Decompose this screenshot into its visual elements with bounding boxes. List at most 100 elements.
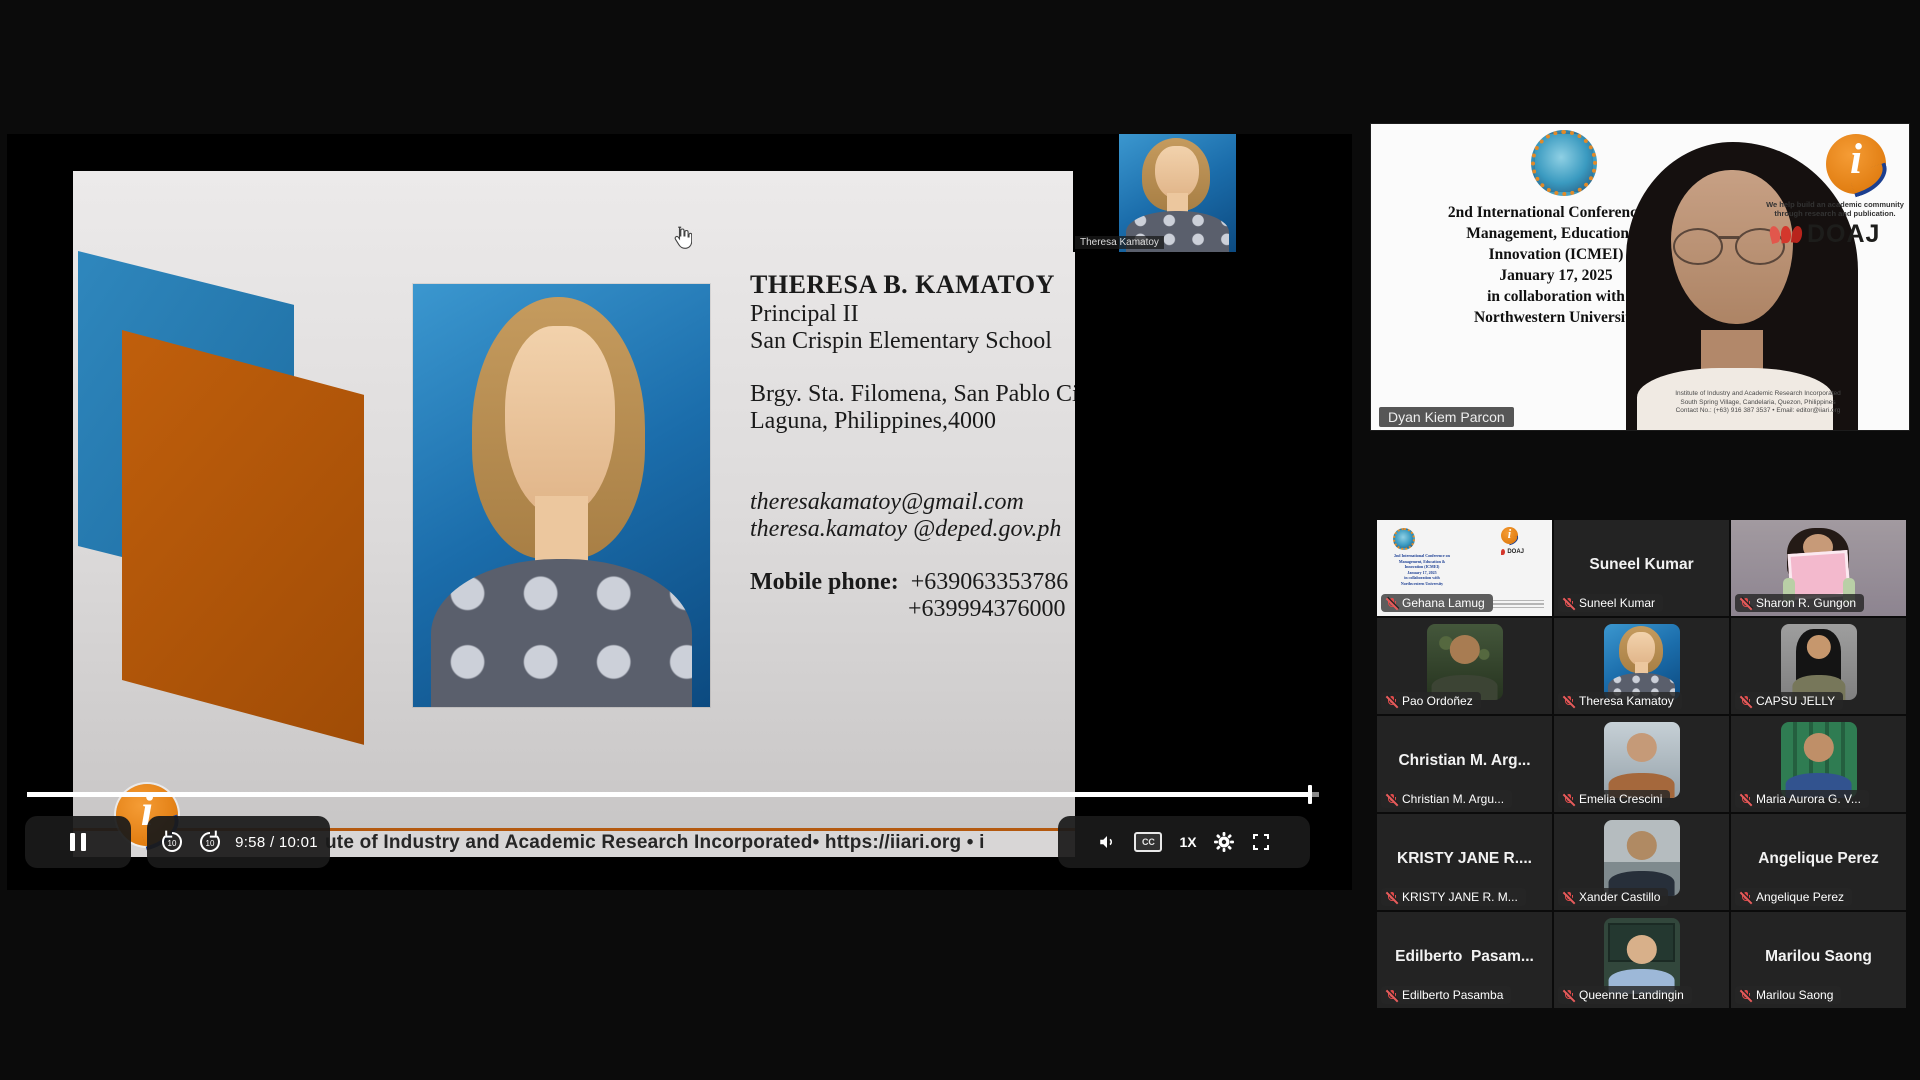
muted-mic-icon [1562, 597, 1575, 610]
participant-tile-kristy-jane[interactable]: KRISTY JANE R.... KRISTY JANE R. M... [1377, 814, 1552, 910]
participant-name-tag: Sharon R. Gungon [1735, 594, 1864, 612]
participant-name-tag: Gehana Lamug [1381, 594, 1493, 612]
forward-10-icon[interactable]: 10 [197, 829, 223, 855]
mini-poster-footer [1486, 598, 1544, 609]
participant-tile-marilou-saong[interactable]: Marilou Saong Marilou Saong [1731, 912, 1906, 1008]
mini-poster-text: 2nd International Conference onManagemen… [1379, 553, 1465, 586]
participant-name-tag: Angelique Perez [1735, 888, 1852, 906]
participant-name-tag: Emelia Crescini [1558, 790, 1670, 808]
speaker-name-tag: Dyan Kiem Parcon [1379, 407, 1514, 427]
slide-text-block: THERESA B. KAMATOY Principal II San Cris… [750, 271, 1075, 623]
participant-name-tag: CAPSU JELLY [1735, 692, 1843, 710]
participant-name-tag: KRISTY JANE R. M... [1381, 888, 1526, 906]
pip-speaker-thumbnail: Theresa Kamatoy [1073, 134, 1282, 252]
participant-tile-angelique-perez[interactable]: Angelique Perez Angelique Perez [1731, 814, 1906, 910]
participant-tile-theresa-kamatoy[interactable]: Theresa Kamatoy [1554, 618, 1729, 714]
participant-avatar [1427, 624, 1503, 700]
icmei-logo [1531, 130, 1597, 196]
muted-mic-icon [1739, 695, 1752, 708]
muted-mic-icon [1739, 597, 1752, 610]
participant-name-tag: Christian M. Argu... [1381, 790, 1512, 808]
rewind-10-icon[interactable]: 10 [159, 829, 185, 855]
participant-name-tag: Pao Ordoñez [1381, 692, 1481, 710]
time-controls: 10 10 9:58 / 10:01 [147, 816, 330, 868]
fullscreen-icon[interactable] [1251, 832, 1271, 852]
participant-tile-gehana-lamug[interactable]: 2nd International Conference onManagemen… [1377, 520, 1552, 616]
iiari-tagline: We help build an academic community thro… [1761, 200, 1909, 218]
participant-tile-xander-castillo[interactable]: Xander Castillo [1554, 814, 1729, 910]
muted-mic-icon [1562, 695, 1575, 708]
captions-button[interactable]: CC [1134, 832, 1162, 852]
volume-icon[interactable] [1097, 833, 1117, 851]
slide-mobile-line-2: +639994376000 [908, 596, 1075, 623]
participant-tile-christian-argu[interactable]: Christian M. Arg... Christian M. Argu... [1377, 716, 1552, 812]
iiari-logo [1501, 527, 1518, 544]
muted-mic-icon [1739, 891, 1752, 904]
participant-name-tag: Maria Aurora G. V... [1735, 790, 1869, 808]
muted-mic-icon [1562, 793, 1575, 806]
participant-name-tag: Edilberto Pasamba [1381, 986, 1511, 1004]
playback-speed-button[interactable]: 1X [1179, 834, 1196, 850]
progress-playhead[interactable] [1308, 785, 1312, 804]
institute-footer-text: Institute of Industry and Academic Resea… [1611, 390, 1905, 416]
participant-tile-pao-ordonez[interactable]: Pao Ordoñez [1377, 618, 1552, 714]
pause-button[interactable] [25, 816, 131, 868]
slide-email-2: theresa.kamatoy @deped.gov.ph [750, 516, 1075, 543]
settings-gear-icon[interactable] [1214, 832, 1234, 852]
slide-email-1: theresakamatoy@gmail.com [750, 489, 1075, 516]
participant-grid: 2nd International Conference onManagemen… [1377, 520, 1904, 1008]
participant-avatar [1604, 820, 1680, 896]
slide-orange-shape [122, 330, 364, 745]
doaj-logo: DOAJ [1770, 220, 1880, 249]
slide-presenter-role: Principal II [750, 301, 1075, 328]
muted-mic-icon [1562, 989, 1575, 1002]
participant-tile-suneel-kumar[interactable]: Suneel Kumar Suneel Kumar [1554, 520, 1729, 616]
progress-played [27, 792, 1310, 797]
svg-text:10: 10 [206, 839, 215, 848]
muted-mic-icon [1385, 891, 1398, 904]
muted-mic-icon [1385, 989, 1398, 1002]
muted-mic-icon [1739, 989, 1752, 1002]
meeting-window: THERESA B. KAMATOY Principal II San Cris… [0, 0, 1920, 1080]
slide-presenter-name: THERESA B. KAMATOY [750, 271, 1075, 298]
pause-icon [70, 833, 86, 851]
book [1787, 550, 1850, 600]
presentation-slide: THERESA B. KAMATOY Principal II San Cris… [73, 171, 1075, 831]
participant-avatar [1781, 624, 1857, 700]
iiari-logo [1826, 134, 1886, 194]
participant-avatar [1604, 918, 1680, 994]
player-right-controls: CC 1X [1058, 816, 1310, 868]
participant-avatar [1781, 722, 1857, 798]
doaj-logo: DOAJ [1501, 549, 1524, 555]
active-speaker-video[interactable]: 2nd International Conference on Manageme… [1370, 123, 1910, 431]
speaker-photo [413, 284, 710, 707]
participant-avatar [1604, 624, 1680, 700]
participant-name-tag: Queenne Landingin [1558, 986, 1692, 1004]
ticker-text: ute of Industry and Academic Research In… [325, 832, 985, 854]
muted-mic-icon [1385, 695, 1398, 708]
participant-avatar [1604, 722, 1680, 798]
participant-tile-edilberto-pasamba[interactable]: Edilberto Pasam... Edilberto Pasamba [1377, 912, 1552, 1008]
participant-name-tag: Theresa Kamatoy [1558, 692, 1682, 710]
slide-address-2: Laguna, Philippines,4000 [750, 408, 1075, 435]
participant-tile-maria-aurora[interactable]: Maria Aurora G. V... [1731, 716, 1906, 812]
participant-name-tag: Marilou Saong [1735, 986, 1841, 1004]
participant-name-tag: Xander Castillo [1558, 888, 1668, 906]
pip-speaker-photo [1119, 134, 1236, 252]
shared-screen-stage[interactable]: THERESA B. KAMATOY Principal II San Cris… [7, 134, 1352, 890]
muted-mic-icon [1562, 891, 1575, 904]
participant-tile-queenne-landingin[interactable]: Queenne Landingin [1554, 912, 1729, 1008]
slide-mobile-line-1: Mobile phone: +639063353786 [750, 569, 1075, 596]
icmei-logo [1393, 528, 1415, 550]
muted-mic-icon [1385, 597, 1398, 610]
participant-tile-capsu-jelly[interactable]: CAPSU JELLY [1731, 618, 1906, 714]
slide-presenter-school: San Crispin Elementary School [750, 328, 1075, 355]
pip-name-label: Theresa Kamatoy [1075, 236, 1164, 249]
time-display: 9:58 / 10:01 [235, 834, 318, 851]
participant-name-tag: Suneel Kumar [1558, 594, 1663, 612]
video-progress-bar[interactable] [27, 792, 1319, 797]
muted-mic-icon [1739, 793, 1752, 806]
slide-address-1: Brgy. Sta. Filomena, San Pablo City [750, 381, 1075, 408]
participant-tile-sharon-gungon[interactable]: Sharon R. Gungon [1731, 520, 1906, 616]
participant-tile-emelia-crescini[interactable]: Emelia Crescini [1554, 716, 1729, 812]
